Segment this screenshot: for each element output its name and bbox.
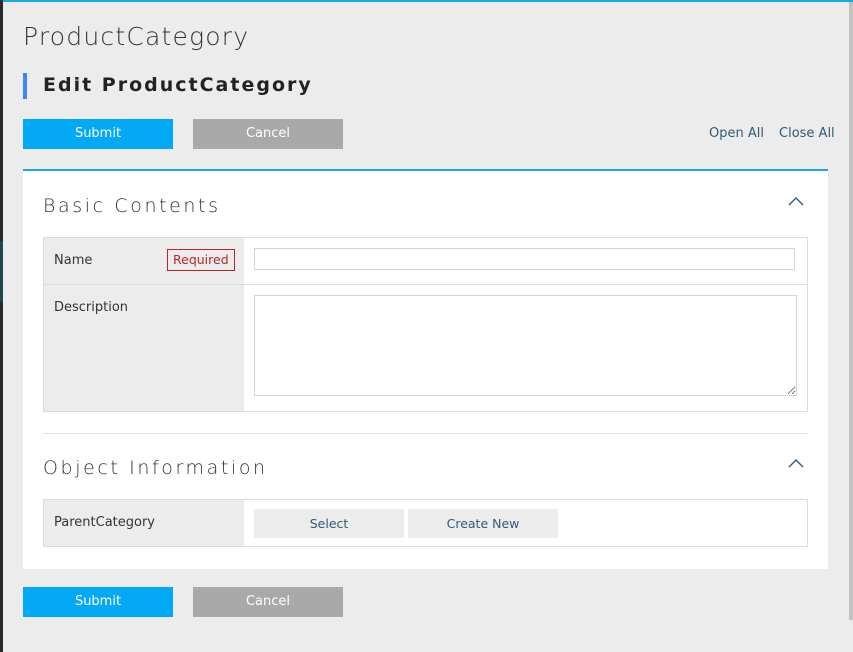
cancel-button-bottom[interactable]: Cancel [193,587,343,617]
name-input[interactable] [254,248,795,270]
form-card: Basic Contents Name Required Description… [23,169,828,569]
chevron-up-icon[interactable] [788,195,804,207]
left-edge-accent [0,241,3,301]
field-label-cell: Name Required [44,238,244,284]
page-subtitle: Edit ProductCategory [43,74,313,96]
left-window-edge [0,0,3,652]
cancel-button-top[interactable]: Cancel [193,119,343,149]
field-row-description: Description [44,284,807,411]
section-divider [43,433,808,434]
close-all-link[interactable]: Close All [779,126,835,141]
select-button[interactable]: Select [254,509,404,538]
object-information-table: ParentCategory Select Create New [43,499,808,547]
field-label-parent-category: ParentCategory [54,515,155,530]
field-row-name: Name Required [44,238,807,284]
field-label-description: Description [54,300,129,315]
subtitle-accent-bar [23,73,27,99]
create-new-button[interactable]: Create New [408,509,558,538]
top-accent-line [3,0,853,2]
field-value-cell: Select Create New [244,500,807,546]
description-textarea[interactable] [254,295,797,396]
field-label-cell: ParentCategory [44,500,244,546]
submit-button-bottom[interactable]: Submit [23,587,173,617]
field-label-cell: Description [44,285,244,411]
section-title-basic-contents: Basic Contents [43,195,221,217]
submit-button-top[interactable]: Submit [23,119,173,149]
open-all-link[interactable]: Open All [709,126,764,141]
page-title: ProductCategory [23,22,250,51]
field-label-name: Name [54,253,93,268]
section-title-object-information: Object Information [43,457,268,479]
field-row-parent-category: ParentCategory Select Create New [44,500,807,546]
field-value-cell [244,285,807,411]
required-badge: Required [167,249,235,271]
scrollbar[interactable] [849,2,853,620]
basic-contents-table: Name Required Description [43,237,808,412]
chevron-up-icon[interactable] [788,457,804,469]
field-value-cell [244,238,807,284]
